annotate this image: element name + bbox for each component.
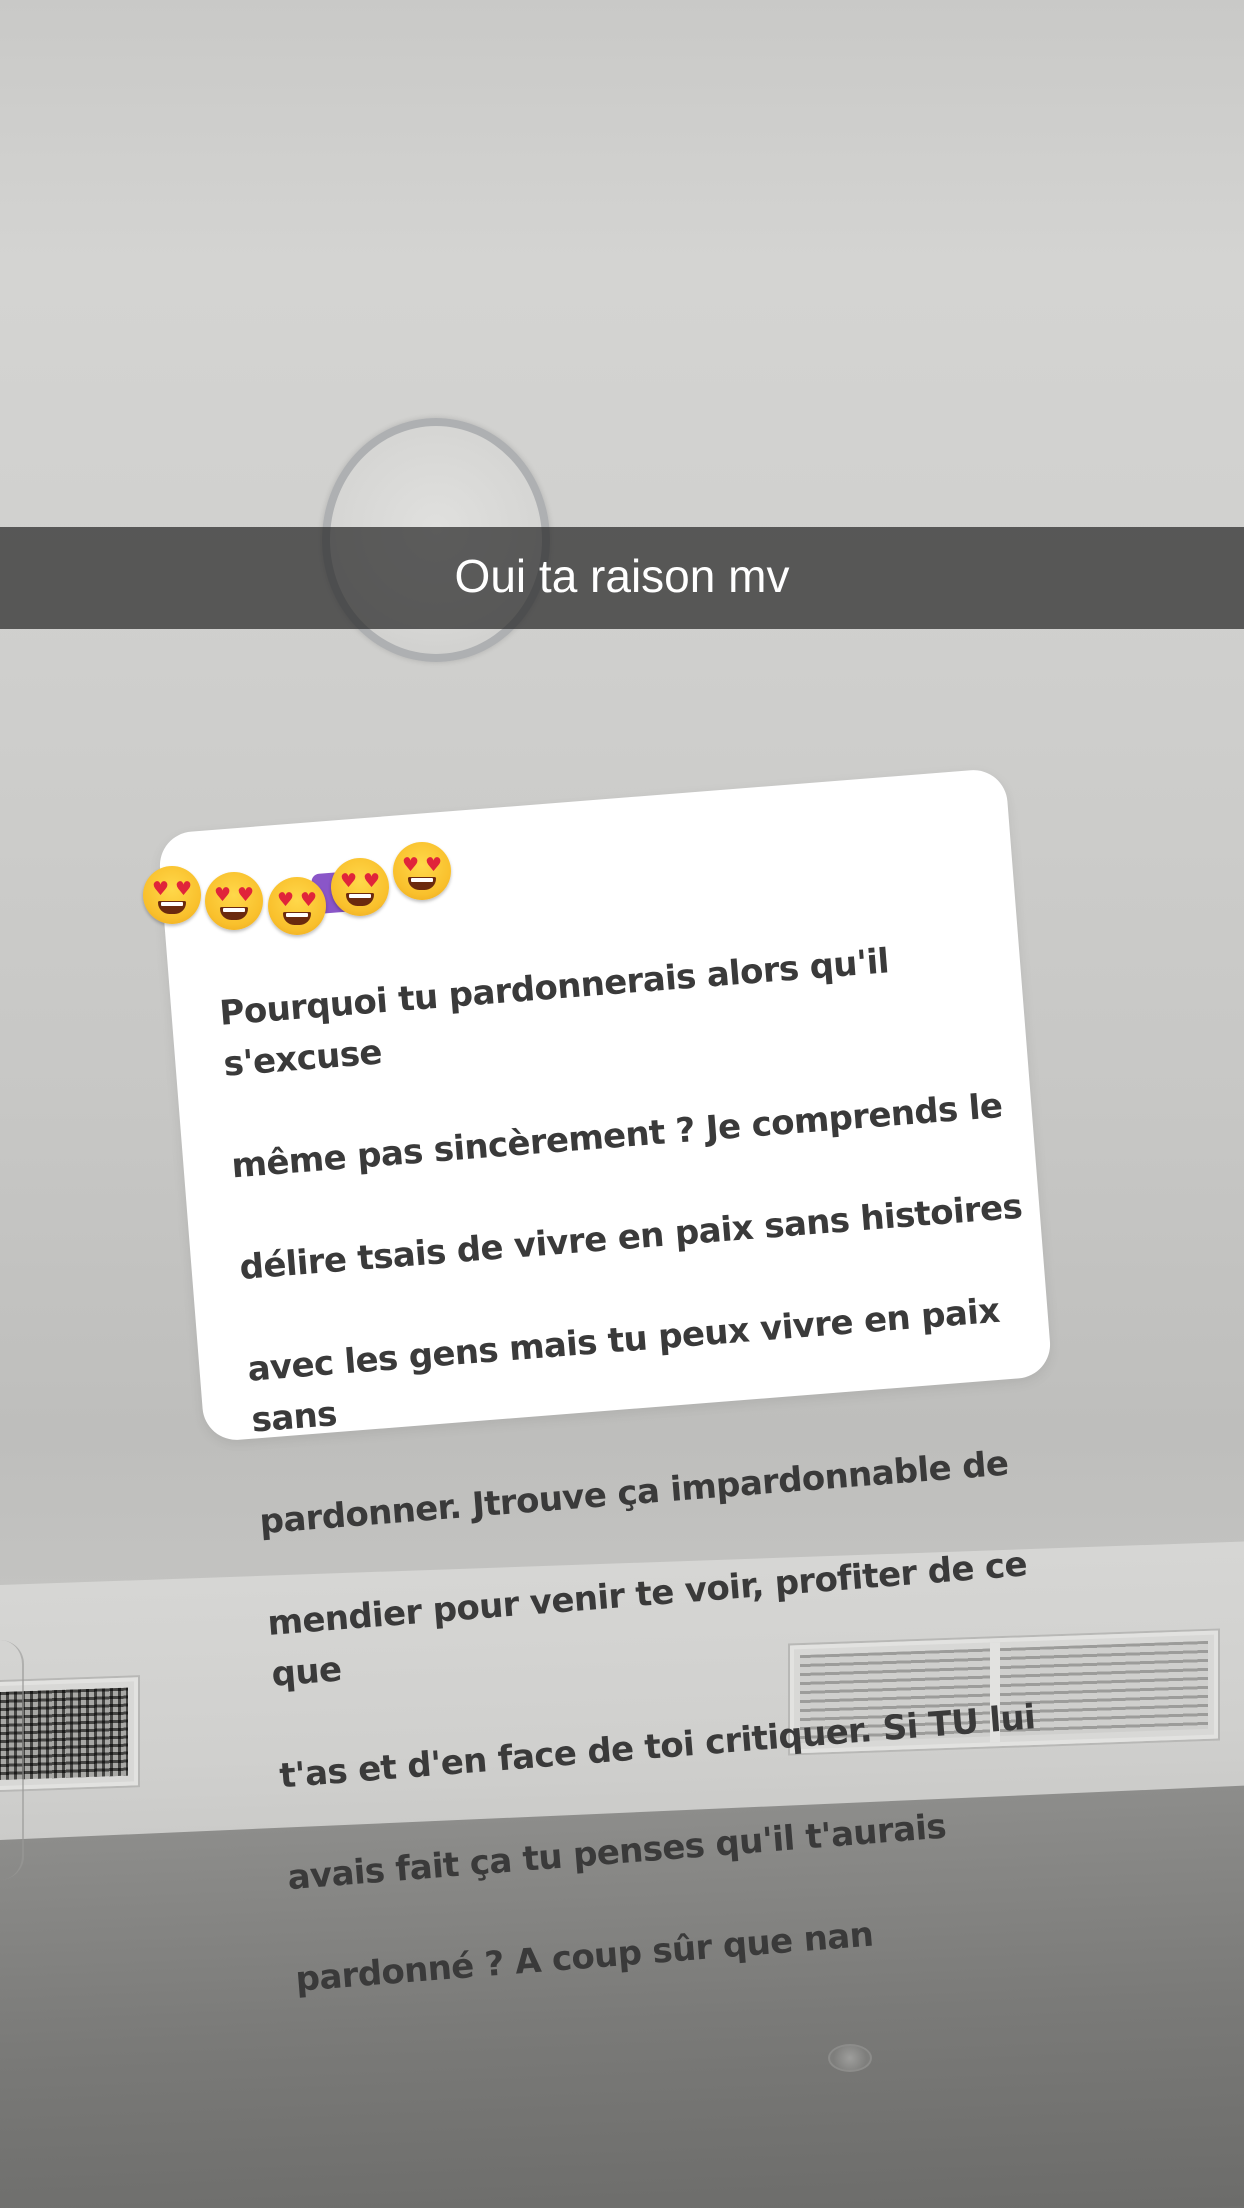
question-text: Pourquoi tu pardonnerais alors qu'il s'e…	[214, 876, 1090, 2057]
snap-caption-bar[interactable]: Oui ta raison mv	[0, 527, 1244, 629]
question-line: pardonner. Jtrouve ça impardonnable de	[258, 1443, 1010, 1543]
question-line: Pourquoi tu pardonnerais alors qu'il s'e…	[218, 941, 891, 1085]
question-card-sticker[interactable]: Pourquoi tu pardonnerais alors qu'il s'e…	[157, 767, 1053, 2000]
heart-eyes-emoji-icon[interactable]: ♥ ♥	[205, 872, 263, 930]
heart-eyes-emoji-icon[interactable]: ♥ ♥	[331, 858, 389, 916]
heart-eyes-emoji-icon[interactable]: ♥ ♥	[143, 866, 201, 924]
question-line: délire tsais de vivre en paix sans histo…	[238, 1186, 1024, 1289]
caption-text: Oui ta raison mv	[454, 550, 790, 602]
question-line: même pas sincèrement ? Je comprends le	[230, 1085, 1004, 1187]
heart-eyes-emoji-icon[interactable]: ♥ ♥	[268, 877, 326, 935]
question-line: mendier pour venir te voir, profiter de …	[266, 1544, 1029, 1695]
smoke-detector	[828, 2044, 872, 2072]
question-line: avais fait ça tu penses qu'il t'aurais	[286, 1806, 948, 1899]
hanging-wire	[0, 1640, 24, 1880]
heart-eyes-emoji-icon[interactable]: ♥ ♥	[393, 842, 451, 900]
question-line: t'as et d'en face de toi critiquer. Si T…	[278, 1697, 1037, 1797]
question-line: avec les gens mais tu peux vivre en paix…	[246, 1290, 1001, 1441]
question-line: pardonné ? A coup sûr que nan	[294, 1914, 875, 2000]
